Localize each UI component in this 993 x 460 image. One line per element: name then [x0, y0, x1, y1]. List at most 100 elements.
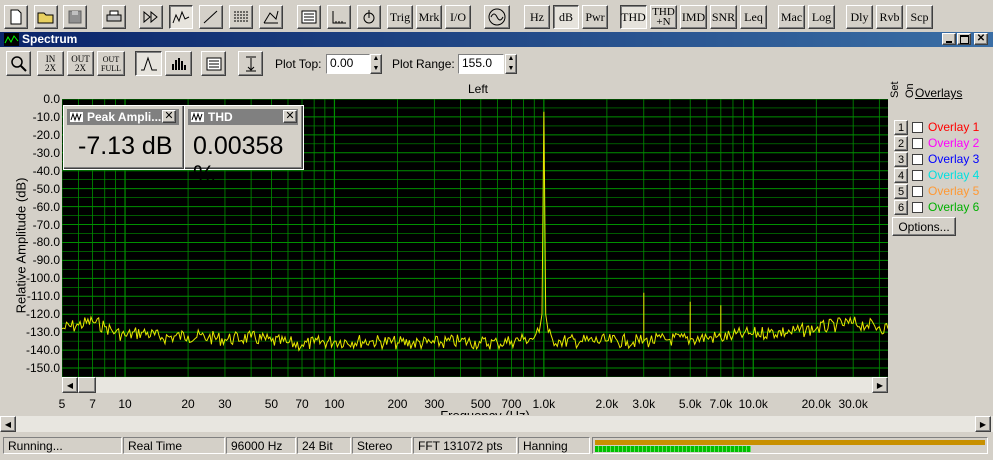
- x-tick-label: 30: [218, 397, 232, 411]
- spectrogram-icon: [234, 11, 248, 23]
- magnify-icon: [10, 55, 27, 72]
- magnify-button[interactable]: [6, 51, 31, 76]
- overlay-on-checkbox[interactable]: [912, 202, 923, 213]
- meter-titlebar[interactable]: THD: [188, 109, 298, 125]
- plot-range-input[interactable]: 155.0: [458, 54, 504, 74]
- plot-range-spinner[interactable]: ▲ ▼: [505, 54, 517, 74]
- log-button[interactable]: Log: [808, 5, 835, 29]
- save-button[interactable]: [63, 5, 87, 29]
- thd-meter[interactable]: THD ✕ 0.00358 %: [184, 105, 304, 189]
- spectrum-window-titlebar[interactable]: [0, 32, 993, 47]
- scroll-left-button[interactable]: ◀: [62, 377, 78, 393]
- x-tick-label: 20: [181, 397, 195, 411]
- plot-settings-button[interactable]: [201, 51, 226, 76]
- imd-button[interactable]: IMD: [680, 5, 707, 29]
- open-folder-button[interactable]: [34, 5, 58, 29]
- status-mode: Real Time: [123, 437, 225, 454]
- overlay-on-checkbox[interactable]: [912, 186, 923, 197]
- x-tick-label: 3.0k: [632, 397, 656, 411]
- y-tick-label: -100.0: [25, 271, 60, 286]
- plot-top-input[interactable]: 0.00: [326, 54, 370, 74]
- db-button[interactable]: dB: [553, 5, 579, 29]
- thd-n-button[interactable]: THD +N: [650, 5, 677, 29]
- peak-amplitude-meter[interactable]: Peak Ampli... ✕ -7.13 dB: [63, 105, 185, 170]
- pwr-button[interactable]: Pwr: [582, 5, 608, 29]
- minimize-button[interactable]: [942, 33, 956, 45]
- axis-button[interactable]: [327, 5, 351, 29]
- y-tick-label: -10.0: [32, 109, 60, 124]
- scp-button[interactable]: Scp: [906, 5, 933, 29]
- new-document-button[interactable]: [4, 5, 28, 29]
- io-button[interactable]: I/O: [445, 5, 471, 29]
- scale-fit-button[interactable]: [238, 51, 263, 76]
- mac-button[interactable]: Mac: [778, 5, 805, 29]
- bar-mode-button[interactable]: [165, 51, 192, 76]
- fast-forward-icon: [143, 10, 158, 24]
- close-icon: ✕: [164, 110, 174, 122]
- overlay-set-button[interactable]: 6: [894, 200, 908, 215]
- overlay-on-checkbox[interactable]: [912, 154, 923, 165]
- new-document-icon: [10, 9, 22, 25]
- y-tick-label: -140.0: [25, 343, 60, 358]
- y-tick-label: -30.0: [32, 145, 60, 160]
- overlay-on-checkbox[interactable]: [912, 170, 923, 181]
- arrow-right-icon: ▶: [979, 419, 987, 429]
- dly-button[interactable]: Dly: [846, 5, 873, 29]
- spectrum-view-button[interactable]: [169, 5, 193, 29]
- axis-icon: [332, 11, 346, 24]
- overlay-options-button[interactable]: Options...: [892, 217, 956, 236]
- scroll-thumb[interactable]: [78, 377, 96, 393]
- 3d-plot-button[interactable]: [259, 5, 283, 29]
- overlay-set-button[interactable]: 4: [894, 168, 908, 183]
- spin-up-icon: ▲: [507, 55, 515, 62]
- window-scroll-right-button[interactable]: ▶: [975, 416, 991, 432]
- scroll-right-button[interactable]: ▶: [872, 377, 888, 393]
- trig-button[interactable]: Trig: [387, 5, 413, 29]
- peak-line-icon: [140, 55, 157, 70]
- leq-button[interactable]: Leq: [740, 5, 767, 29]
- plot-top-spinner[interactable]: ▲ ▼: [370, 54, 382, 74]
- arrow-right-icon: ▶: [876, 380, 884, 390]
- x-tick-label: 2.0k: [595, 397, 619, 411]
- level-meter: [592, 437, 988, 454]
- overlay-set-button[interactable]: 2: [894, 136, 908, 151]
- close-button[interactable]: ✕: [974, 33, 988, 45]
- spectrum-window-icon: [4, 33, 19, 46]
- hz-button[interactable]: Hz: [524, 5, 550, 29]
- waveform-view-button[interactable]: [199, 5, 223, 29]
- meter-close-button[interactable]: ✕: [162, 110, 176, 123]
- print-button[interactable]: [102, 5, 126, 29]
- zoom-out-button[interactable]: OUT 2X: [67, 51, 94, 76]
- window-horizontal-scrollbar[interactable]: ◀ ▶: [0, 416, 993, 432]
- io-label: I/O: [450, 9, 466, 24]
- maximize-button[interactable]: [957, 33, 971, 45]
- arrow-left-icon: ◀: [66, 380, 74, 390]
- waveform-icon: [203, 10, 218, 24]
- window-scroll-left-button[interactable]: ◀: [0, 416, 16, 432]
- snr-button[interactable]: SNR: [710, 5, 737, 29]
- thd-button[interactable]: THD: [620, 5, 647, 29]
- overlay-set-button[interactable]: 1: [894, 120, 908, 135]
- rvb-button[interactable]: Rvb: [876, 5, 903, 29]
- thd-n-label: THD +N: [652, 6, 675, 28]
- compass-button[interactable]: [357, 5, 381, 29]
- overlay-on-checkbox[interactable]: [912, 122, 923, 133]
- line-mode-button[interactable]: [135, 51, 162, 76]
- horizontal-scrollbar[interactable]: ◀ ▶: [62, 377, 888, 393]
- zoom-in-button[interactable]: IN 2X: [37, 51, 64, 76]
- view-layout-button[interactable]: [297, 5, 321, 29]
- x-axis-label: Frequency (Hz): [430, 408, 540, 415]
- mrk-label: Mrk: [418, 9, 440, 24]
- spectrogram-view-button[interactable]: [229, 5, 253, 29]
- overlay-set-button[interactable]: 3: [894, 152, 908, 167]
- fast-forward-button[interactable]: [139, 5, 163, 29]
- level-meter-track: [595, 440, 985, 445]
- overlay-set-button[interactable]: 5: [894, 184, 908, 199]
- mrk-button[interactable]: Mrk: [416, 5, 442, 29]
- zoom-full-button[interactable]: OUT FULL: [97, 51, 125, 76]
- overlays-set-header: Set: [889, 81, 901, 98]
- overlay-on-checkbox[interactable]: [912, 138, 923, 149]
- leq-label: Leq: [744, 9, 763, 24]
- meter-close-button[interactable]: ✕: [283, 110, 297, 123]
- generator-button[interactable]: [484, 5, 510, 29]
